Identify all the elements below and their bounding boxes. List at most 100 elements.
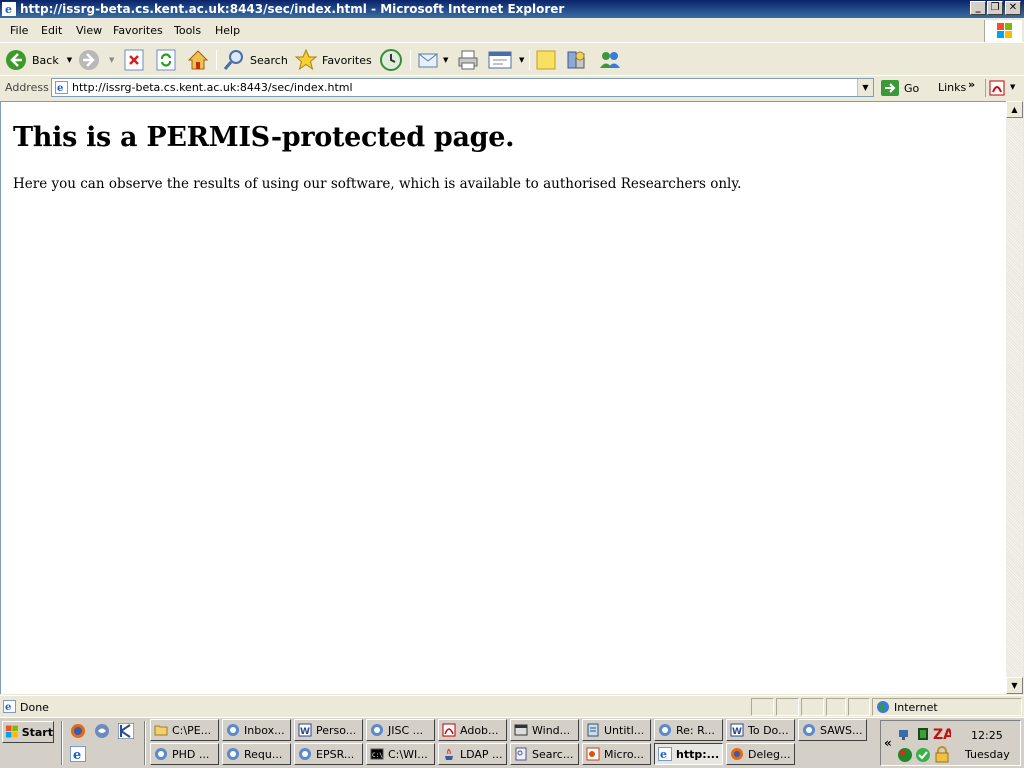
acrobat-icon[interactable] [989, 80, 1005, 96]
taskbar-button[interactable]: W To Do... [726, 719, 795, 741]
taskbar-button[interactable]: Re: R... [654, 719, 723, 741]
globe-icon [877, 701, 889, 713]
search-button[interactable]: Search [222, 48, 288, 72]
research-button[interactable] [564, 48, 588, 72]
taskbar-button-label: Searc... [532, 747, 574, 761]
mail-button[interactable]: ▼ [417, 48, 448, 72]
java-icon [442, 747, 460, 761]
stop-button[interactable] [124, 48, 144, 72]
taskbar-button-label: EPSR... [316, 747, 355, 761]
edit-page-icon [488, 51, 512, 69]
forward-dropdown-icon[interactable]: ▼ [109, 56, 114, 64]
research-icon [567, 51, 585, 69]
svg-text:e: e [660, 748, 667, 761]
menu-favorites[interactable]: Favorites [113, 24, 163, 37]
ie-icon [370, 723, 388, 737]
ie-icon[interactable]: e [70, 746, 86, 762]
monitor-icon[interactable] [917, 727, 929, 741]
minimize-button[interactable]: _ [970, 1, 986, 15]
go-button[interactable]: Go [880, 79, 919, 97]
taskbar-button[interactable]: C:\ C:\WI... [366, 743, 435, 765]
tray-expand-icon[interactable]: « [884, 736, 892, 750]
k-app-icon[interactable] [118, 723, 134, 739]
svg-text:e: e [5, 702, 11, 713]
taskbar-button[interactable]: Untitl... [582, 719, 651, 741]
antivirus-icon[interactable] [897, 747, 913, 763]
start-button[interactable]: Start [2, 721, 54, 743]
zonealarm-icon[interactable]: ZA [933, 725, 951, 741]
forward-arrow-icon [79, 50, 99, 70]
menu-view[interactable]: View [76, 24, 102, 37]
mail-icon [418, 53, 438, 68]
taskbar-button[interactable]: Adob... [438, 719, 507, 741]
ie-icon [226, 747, 244, 761]
taskbar-button-label: LDAP ... [460, 747, 503, 761]
home-button[interactable] [186, 48, 210, 72]
taskbar-button[interactable]: LDAP ... [438, 743, 507, 765]
notes-button[interactable] [534, 48, 558, 72]
go-arrow-icon [881, 80, 899, 96]
taskbar-button[interactable]: C:\PE... [150, 719, 219, 741]
taskbar-button[interactable]: PHD ... [150, 743, 219, 765]
menu-help[interactable]: Help [215, 24, 240, 37]
back-dropdown-icon[interactable]: ▼ [67, 56, 72, 64]
acrobat-dropdown-icon[interactable]: ▼ [1010, 83, 1015, 91]
address-dropdown-icon[interactable]: ▼ [857, 79, 873, 96]
taskbar-button[interactable]: EPSR... [294, 743, 363, 765]
clock[interactable]: 12:25 [971, 729, 1003, 742]
taskbar-button[interactable]: Inbox... [222, 719, 291, 741]
links-label[interactable]: Links [938, 81, 966, 94]
ie-page-icon: e [3, 700, 16, 713]
edit-dropdown-icon[interactable]: ▼ [519, 56, 524, 64]
taskbar-button[interactable]: W Perso... [294, 719, 363, 741]
check-icon[interactable] [915, 747, 931, 763]
edit-button[interactable]: ▼ [487, 48, 524, 72]
scroll-up-icon[interactable]: ▲ [1006, 101, 1023, 118]
toolbar-separator [985, 79, 986, 97]
refresh-button[interactable] [156, 48, 176, 72]
mail-dropdown-icon[interactable]: ▼ [443, 56, 448, 64]
ie-icon: e [2, 2, 16, 16]
scroll-down-icon[interactable]: ▼ [1006, 677, 1023, 694]
links-chevron-icon[interactable]: » [968, 78, 975, 91]
network-icon[interactable] [897, 727, 913, 741]
history-button[interactable] [379, 48, 403, 72]
address-input[interactable]: e http://issrg-beta.cs.kent.ac.uk:8443/s… [51, 78, 874, 97]
print-button[interactable] [456, 48, 480, 72]
status-pane [826, 698, 846, 716]
lock-icon[interactable] [934, 746, 950, 763]
close-button[interactable]: ✕ [1005, 1, 1021, 15]
ie-icon [658, 723, 676, 737]
messenger-button[interactable] [598, 48, 622, 72]
taskbar-button-label: Re: R... [676, 723, 715, 737]
menu-edit[interactable]: Edit [41, 24, 62, 37]
vertical-scrollbar[interactable]: ▲ ▼ [1006, 101, 1023, 694]
forward-button[interactable]: ▼ [77, 48, 114, 72]
taskbar-separator [61, 721, 63, 765]
menu-file[interactable]: File [10, 24, 28, 37]
svg-text:W: W [300, 727, 310, 737]
firefox-icon[interactable] [70, 723, 86, 739]
restore-button[interactable]: ❐ [987, 1, 1003, 15]
back-button[interactable]: Back ▼ [4, 48, 72, 72]
taskbar-button[interactable]: JISC ... [366, 719, 435, 741]
svg-text:C:\: C:\ [372, 752, 383, 759]
toolbar-separator [529, 50, 530, 70]
taskbar-button[interactable]: SAWS... [798, 719, 867, 741]
taskbar-button-label: Deleg... [748, 747, 791, 761]
taskbar-button[interactable]: Searc... [510, 743, 579, 765]
taskbar-button[interactable]: Micro... [582, 743, 651, 765]
thunderbird-icon[interactable] [94, 723, 110, 739]
taskbar-button-label: Micro... [604, 747, 644, 761]
status-pane [848, 698, 870, 716]
taskbar-button[interactable]: Deleg... [726, 743, 795, 765]
taskbar-button[interactable]: e http:... [654, 743, 723, 765]
security-zone: Internet [894, 701, 938, 714]
status-pane [751, 698, 774, 716]
menu-tools[interactable]: Tools [174, 24, 201, 37]
taskbar-button[interactable]: Wind... [510, 719, 579, 741]
taskbar-button[interactable]: Requ... [222, 743, 291, 765]
favorites-button[interactable]: Favorites [294, 48, 372, 72]
toolbar-separator [410, 50, 411, 70]
svg-text:e: e [73, 748, 81, 762]
